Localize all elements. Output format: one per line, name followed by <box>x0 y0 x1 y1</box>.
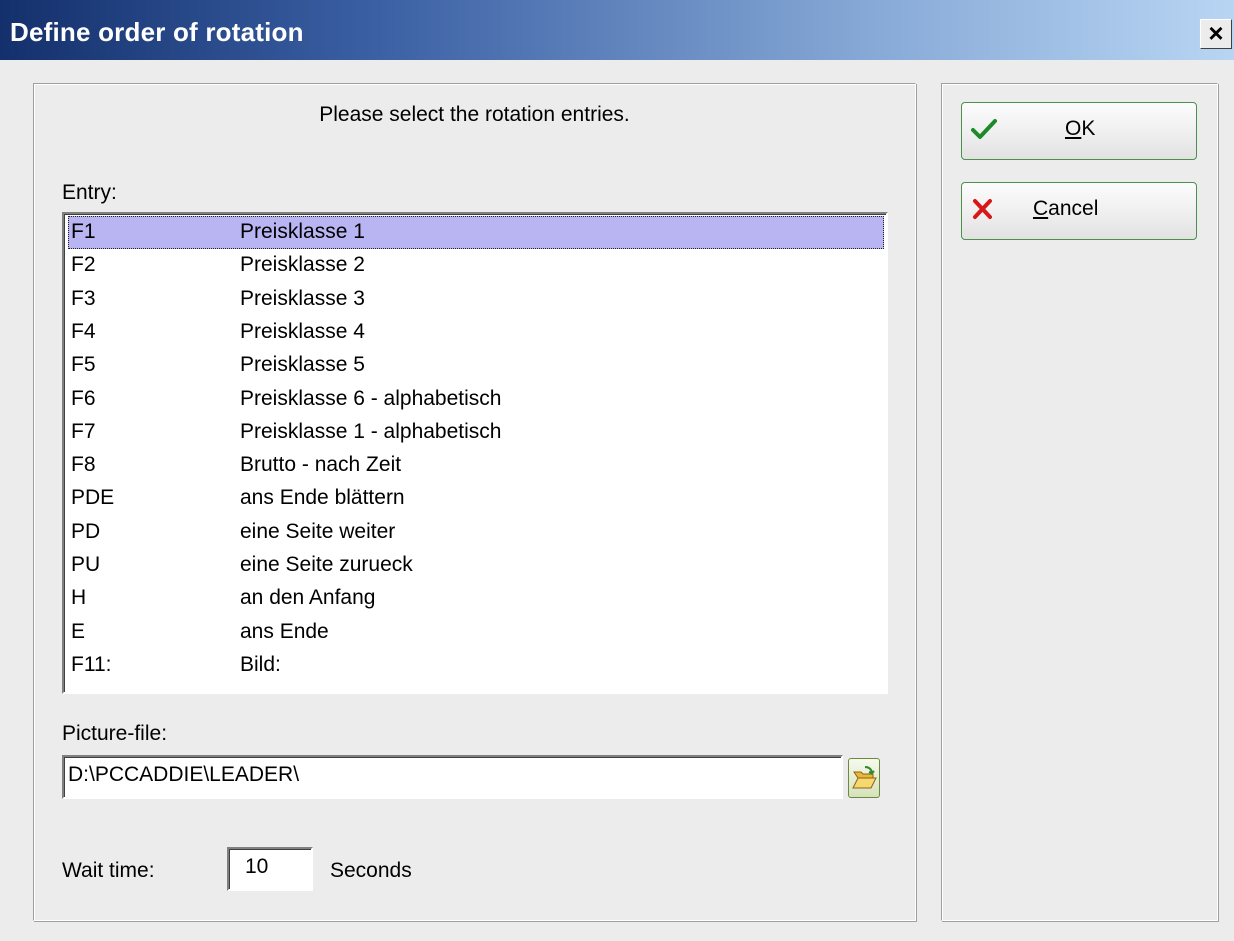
entry-key: E <box>71 619 86 643</box>
cancel-label: Cancel <box>1033 197 1099 220</box>
entry-value: Preisklasse 2 <box>240 253 365 277</box>
entry-key: F11: <box>71 652 112 676</box>
entry-value: Preisklasse 1 - alphabetisch <box>240 419 502 443</box>
window-title: Define order of rotation <box>10 17 304 47</box>
wait-time-label: Wait time: <box>62 859 155 882</box>
list-item[interactable]: F11: Bild: <box>68 649 884 682</box>
entry-value: eine Seite weiter <box>240 519 396 543</box>
entry-value: Bild: <box>240 652 281 676</box>
list-item[interactable]: F1 Preisklasse 1 <box>68 216 884 249</box>
entry-value: Preisklasse 1 <box>240 220 365 243</box>
browse-folder-button[interactable] <box>848 758 880 798</box>
entry-key: F1 <box>71 220 96 243</box>
wait-time-field[interactable]: 10 <box>227 847 313 891</box>
ok-label: OK <box>1065 117 1096 140</box>
title-bar: Define order of rotation × <box>0 0 1234 60</box>
entry-value: Preisklasse 5 <box>240 353 365 377</box>
list-item[interactable]: Eans Ende <box>68 616 884 649</box>
entry-key: PD <box>71 519 101 543</box>
entry-key: F4 <box>71 319 96 343</box>
picture-file-label: Picture-file: <box>62 722 168 745</box>
picture-file-field[interactable]: D:\PCCADDIE\LEADER\ <box>62 755 843 799</box>
entry-value: Preisklasse 4 <box>240 319 365 343</box>
entry-key: F7 <box>71 419 96 443</box>
entry-value: an den Anfang <box>240 586 376 610</box>
list-item[interactable]: F8 Brutto - nach Zeit <box>68 449 884 482</box>
entry-value: ans Ende blättern <box>240 486 405 510</box>
entry-key: PU <box>71 553 101 576</box>
red-x-icon <box>970 197 998 227</box>
seconds-label: Seconds <box>330 859 412 882</box>
close-button[interactable]: × <box>1200 19 1232 49</box>
entry-key: F8 <box>71 453 96 477</box>
checkmark-icon <box>970 117 998 147</box>
ok-button[interactable]: OK <box>961 102 1197 160</box>
list-item[interactable]: F2 Preisklasse 2 <box>68 249 884 282</box>
list-item[interactable]: F4 Preisklasse 4 <box>68 316 884 349</box>
open-folder-icon <box>852 766 877 789</box>
entry-key: F2 <box>71 253 96 277</box>
entry-key: F3 <box>71 286 96 310</box>
list-item[interactable]: F7 Preisklasse 1 - alphabetisch <box>68 416 884 449</box>
cancel-button[interactable]: Cancel <box>961 182 1197 240</box>
entry-value: Brutto - nach Zeit <box>240 453 402 477</box>
list-item[interactable]: Han den Anfang <box>68 582 884 615</box>
entry-key: PDE <box>71 486 115 510</box>
list-item[interactable]: PU eine Seite zurueck <box>68 549 884 582</box>
entry-key: F6 <box>71 386 96 410</box>
list-item[interactable]: PDE ans Ende blättern <box>68 482 884 515</box>
list-item[interactable]: PD eine Seite weiter <box>68 516 884 549</box>
entry-value: Preisklasse 6 - alphabetisch <box>240 386 502 410</box>
entry-key: F5 <box>71 353 96 377</box>
list-item[interactable]: F6 Preisklasse 6 - alphabetisch <box>68 383 884 416</box>
entry-value: Preisklasse 3 <box>240 286 365 310</box>
entry-value: ans Ende <box>240 619 329 643</box>
entry-listbox[interactable]: F1 Preisklasse 1 F2 Preisklasse 2 F3 Preiskla… <box>62 212 888 694</box>
entry-key: H <box>71 586 87 610</box>
entry-value: eine Seite zurueck <box>240 553 413 576</box>
instruction-text: Please select the rotation entries. <box>319 103 630 126</box>
entry-label: Entry: <box>62 181 117 204</box>
list-item[interactable]: F3 Preisklasse 3 <box>68 283 884 316</box>
list-item[interactable]: F5 Preisklasse 5 <box>68 349 884 382</box>
